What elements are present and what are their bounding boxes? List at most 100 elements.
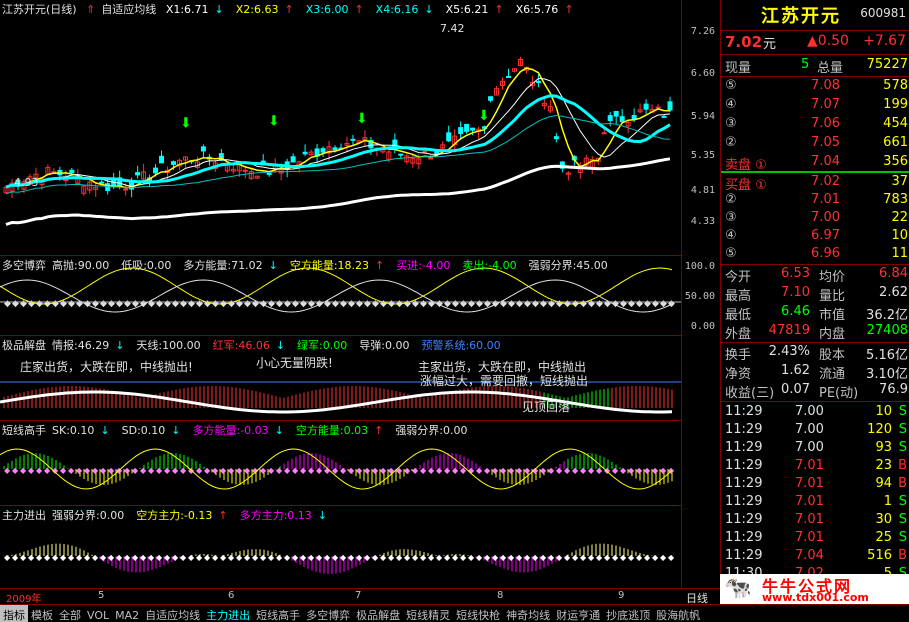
volume-row: 现量 5 总量 75227 [721, 57, 909, 76]
diamond-marker-icon: ◆ [468, 299, 475, 309]
stat-value: 36.2亿 [866, 308, 908, 323]
tab-5[interactable]: 自适应均线 [142, 605, 203, 622]
order-price: 7.08 [811, 78, 840, 93]
tab-15[interactable]: 股海航帆 [653, 605, 703, 622]
main-chart-canvas[interactable]: ⬇ ⬇ ⬇ ⬇ [0, 0, 681, 255]
tab-13[interactable]: 财运亨通 [553, 605, 603, 622]
date-tick: 9 [618, 590, 625, 601]
tab-0[interactable]: 指标 [0, 605, 28, 622]
stat-label: 最低 [725, 308, 752, 323]
diamond-marker-icon: ◆ [580, 553, 587, 562]
candle-body [266, 172, 272, 175]
stock-code: 600981 [860, 6, 906, 20]
stat-label: 收益(三) [725, 386, 775, 401]
tick-side: B [898, 548, 907, 563]
tab-14[interactable]: 抄底逃顶 [603, 605, 653, 622]
buy-signal-arrow-icon: ⬇ [180, 116, 192, 132]
stat-label: 净资 [725, 367, 752, 382]
diamond-marker-icon: ◆ [92, 466, 99, 475]
diamond-marker-icon: ◆ [228, 553, 235, 562]
arrow-down-icon: ↓ [214, 3, 224, 16]
panel3-item-label: SK:0.10 [52, 424, 95, 437]
diamond-marker-icon: ◆ [636, 553, 643, 562]
candle-body [290, 156, 296, 163]
ma-legend-label: X1:6.71 [165, 3, 209, 16]
arrow-down-icon: ↓ [171, 424, 181, 437]
panel1-item: 卖出:-4.00 [462, 259, 522, 272]
candle-body [302, 151, 308, 155]
order-volume: 454 [883, 116, 908, 131]
tab-8[interactable]: 多空博弈 [303, 605, 353, 622]
diamond-marker-icon: ◆ [172, 553, 179, 562]
candle-body [661, 115, 667, 118]
panel-zhuli[interactable]: ◆ ◆ ◆ ◆ ◆ ◆ ◆ ◆ ◆ ◆ ◆ ◆ ◆ ◆ ◆ ◆ ◆ ◆ ◆ ◆ ◆ ◆ ◆ ◆ ◆ ◆ ◆ ◆ ◆ ◆ ◆ ◆ ◆ ◆ ◆ ◆ ◆ ◆ ◆ ◆… [0, 505, 681, 588]
diamond-marker-icon: ◆ [316, 553, 323, 562]
tab-12[interactable]: 神奇均线 [503, 605, 553, 622]
order-book-row: ④ 7.07 199 [721, 97, 909, 116]
diamond-marker-icon: ◆ [436, 466, 443, 475]
panel2-item-label: 天线:100.00 [136, 339, 201, 352]
diamond-marker-icon: ◆ [92, 553, 99, 562]
price-axis-tick: 4.81 [690, 185, 715, 196]
diamond-marker-icon: ◆ [252, 553, 259, 562]
diamond-marker-icon: ◆ [548, 466, 555, 475]
tab-4[interactable]: MA2 [112, 607, 142, 622]
diamond-marker-icon: ◆ [196, 553, 203, 562]
diamond-marker-icon: ◆ [660, 466, 667, 475]
diamond-marker-icon: ◆ [204, 299, 211, 309]
order-volume: 356 [883, 154, 908, 169]
low-price-label: 4.93 [14, 176, 39, 189]
diamond-marker-icon: ◆ [156, 299, 163, 309]
price-axis-tick: 6.60 [690, 68, 715, 79]
candle-body [135, 172, 141, 176]
panel1-item-label: 低吸:0.00 [121, 259, 172, 272]
diamond-marker-icon: ◆ [372, 466, 379, 475]
tick-volume: 10 [875, 404, 892, 419]
panel2-item-label: 导弹:0.00 [359, 339, 410, 352]
diamond-marker-icon: ◆ [556, 299, 563, 309]
diamond-marker-icon: ◆ [628, 299, 635, 309]
indicator-name[interactable]: 自适应均线 [101, 3, 156, 16]
tab-11[interactable]: 短线快枪 [453, 605, 503, 622]
diamond-marker-icon: ◆ [308, 553, 315, 562]
stat-row: 净资 1.62 流通 3.10亿 [721, 363, 909, 382]
diamond-marker-icon: ◆ [508, 466, 515, 475]
panel-duanxian[interactable]: ◆ ◆ ◆ ◆ ◆ ◆ ◆ ◆ ◆ ◆ ◆ ◆ ◆ ◆ ◆ ◆ ◆ ◆ ◆ ◆ ◆ ◆ ◆ ◆ ◆ ◆ ◆ ◆ ◆ ◆ ◆ ◆ ◆ ◆ ◆ ◆ ◆ ◆ ◆ ◆… [0, 420, 681, 505]
tab-7[interactable]: 短线高手 [253, 605, 303, 622]
diamond-marker-icon: ◆ [412, 466, 419, 475]
diamond-marker-icon: ◆ [644, 299, 651, 309]
date-tick: 7 [355, 590, 362, 601]
panel-jiepan-header: 极品解盘 情报:46.29 ↓ 天线:100.00 红军:46.06 ↓ 绿军:0.00 导弹… [2, 337, 519, 353]
diamond-marker-icon: ◆ [340, 553, 347, 562]
logo-url: www.tdx001.com [762, 591, 869, 604]
tick-time: 11:29 [725, 422, 763, 437]
panel-jiepan[interactable]: 极品解盘 情报:46.29 ↓ 天线:100.00 红军:46.06 ↓ 绿军:0.00 导弹… [0, 335, 681, 420]
diamond-marker-icon: ◆ [348, 553, 355, 562]
panel-duokong[interactable]: ◆ ◆ ◆ ◆ ◆ ◆ ◆ ◆ ◆ ◆ ◆ ◆ ◆ ◆ ◆ ◆ ◆ ◆ ◆ ◆ ◆ ◆ ◆ ◆ ◆ ◆ ◆ ◆ ◆ ◆ ◆ ◆ ◆ ◆ ◆ ◆ ◆ ◆ ◆ ◆… [0, 255, 681, 335]
tab-10[interactable]: 短线精灵 [403, 605, 453, 622]
trade-tick-row: 11:29 7.01 25 S [721, 530, 909, 549]
order-volume: 199 [883, 97, 908, 112]
candle-body [332, 147, 338, 151]
diamond-marker-icon: ◆ [196, 466, 203, 475]
ma-line-yellow [5, 67, 671, 189]
main-chart-panel[interactable]: ⬇ ⬇ ⬇ ⬇ 江苏开元(日线) ⇑ 自适应均线 X1:6.71 ↓ X2:6.63 ↑ X3:… [0, 0, 681, 255]
tab-9[interactable]: 极品解盘 [353, 605, 403, 622]
diamond-marker-icon: ◆ [572, 553, 579, 562]
tab-1[interactable]: 模板 [28, 605, 56, 622]
panel4-item-label: 空方主力:-0.13 [136, 509, 213, 522]
tab-3[interactable]: VOL [84, 607, 112, 622]
order-level-label: ③ [725, 210, 737, 225]
arrow-down-icon: ↓ [275, 339, 286, 352]
diamond-marker-icon: ◆ [68, 466, 75, 475]
diamond-marker-icon: ◆ [364, 466, 371, 475]
panel4-item: 多方主力:0.13 ↓ [240, 509, 333, 522]
tick-volume: 30 [875, 512, 892, 527]
tab-6[interactable]: 主力进出 [203, 605, 253, 622]
diamond-marker-icon: ◆ [4, 553, 11, 562]
diamond-marker-icon: ◆ [644, 466, 651, 475]
arrow-up-icon: ↑ [354, 3, 364, 16]
arrow-up-icon: ↑ [564, 3, 574, 16]
diamond-marker-icon: ◆ [428, 466, 435, 475]
tab-2[interactable]: 全部 [56, 605, 84, 622]
